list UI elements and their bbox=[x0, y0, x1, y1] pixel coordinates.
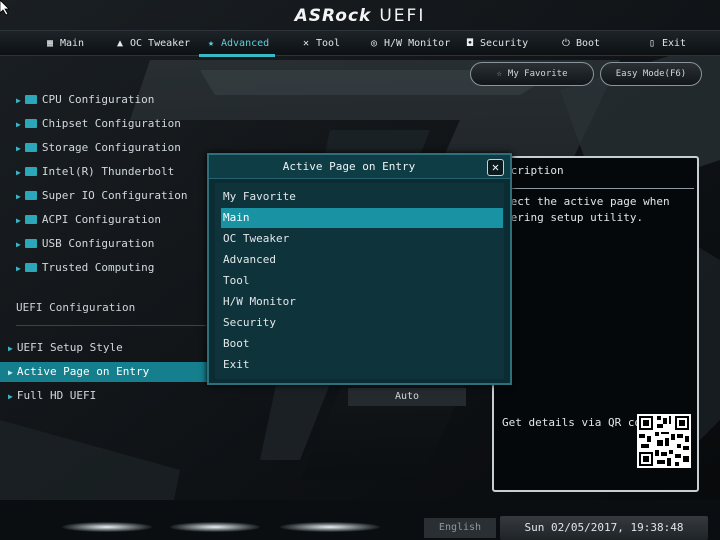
description-panel: scription lect the active page when teri… bbox=[492, 156, 699, 492]
monitor-gauge-icon: ◎ bbox=[370, 38, 378, 49]
tab-main[interactable]: ▦ Main bbox=[44, 31, 84, 56]
dialog-title: Active Page on Entry bbox=[282, 160, 416, 173]
arrow-right-icon: ▶ bbox=[16, 144, 21, 153]
close-icon[interactable]: ✕ bbox=[487, 159, 504, 176]
folder-icon bbox=[24, 215, 37, 224]
option-advanced[interactable]: Advanced bbox=[221, 250, 503, 270]
star-outline-icon: ☆ bbox=[496, 69, 502, 79]
tab-security[interactable]: ◘ Security bbox=[464, 31, 528, 56]
arrow-right-icon: ▶ bbox=[16, 264, 21, 273]
qr-label: Get details via QR code bbox=[502, 416, 655, 429]
datetime-display: Sun 02/05/2017, 19:38:48 bbox=[500, 516, 708, 540]
grid-icon: ▦ bbox=[46, 38, 54, 49]
arrow-right-icon: ▶ bbox=[16, 240, 21, 249]
arrow-right-icon: ▶ bbox=[8, 368, 13, 377]
tab-boot[interactable]: ⏻ Boot bbox=[560, 31, 600, 56]
section-divider bbox=[16, 325, 206, 326]
decorative-glow bbox=[62, 522, 152, 532]
option-tool[interactable]: Tool bbox=[221, 271, 503, 291]
menu-item-super-io-configuration[interactable]: ▶ Super IO Configuration bbox=[16, 186, 188, 206]
option-exit[interactable]: Exit bbox=[221, 355, 503, 375]
easy-mode-button[interactable]: Easy Mode(F6) bbox=[600, 62, 702, 86]
option-boot[interactable]: Boot bbox=[221, 334, 503, 354]
brand-logo: ASRock UEFI bbox=[0, 6, 720, 26]
folder-icon bbox=[24, 143, 37, 152]
menu-item-acpi-configuration[interactable]: ▶ ACPI Configuration bbox=[16, 210, 161, 230]
option-oc-tweaker[interactable]: OC Tweaker bbox=[221, 229, 503, 249]
menu-item-storage-configuration[interactable]: ▶ Storage Configuration bbox=[16, 138, 181, 158]
exit-door-icon: ▯ bbox=[648, 38, 656, 49]
folder-icon bbox=[24, 95, 37, 104]
language-button[interactable]: English bbox=[424, 518, 496, 538]
description-text: lect the active page when tering setup u… bbox=[504, 195, 670, 224]
option-security[interactable]: Security bbox=[221, 313, 503, 333]
dialog-header: Active Page on Entry ✕ bbox=[209, 155, 510, 179]
menu-item-chipset-configuration[interactable]: ▶ Chipset Configuration bbox=[16, 114, 181, 134]
folder-icon bbox=[24, 263, 37, 272]
option-my-favorite[interactable]: My Favorite bbox=[221, 187, 503, 207]
tab-oc-tweaker[interactable]: ▲ OC Tweaker bbox=[114, 31, 190, 56]
top-navigation: ▦ Main ▲ OC Tweaker ★ Advanced ✕ Tool ◎ H/W M… bbox=[0, 30, 720, 57]
dialog-options-list: My Favorite Main OC Tweaker Advanced Too… bbox=[215, 183, 504, 379]
description-title: scription bbox=[504, 164, 564, 177]
arrow-right-icon: ▶ bbox=[16, 96, 21, 105]
tab-advanced[interactable]: ★ Advanced bbox=[198, 31, 276, 57]
arrow-right-icon: ▶ bbox=[16, 168, 21, 177]
folder-icon bbox=[24, 119, 37, 128]
tools-icon: ✕ bbox=[302, 38, 310, 49]
full-hd-uefi-value[interactable]: Auto bbox=[348, 388, 466, 406]
arrow-right-icon: ▶ bbox=[16, 192, 21, 201]
my-favorite-button[interactable]: ☆ My Favorite bbox=[470, 62, 594, 86]
qr-code-icon bbox=[637, 414, 691, 468]
description-divider bbox=[504, 188, 694, 189]
tab-exit[interactable]: ▯ Exit bbox=[646, 31, 686, 56]
shield-icon: ◘ bbox=[466, 38, 474, 49]
arrow-right-icon: ▶ bbox=[16, 216, 21, 225]
decorative-glow bbox=[170, 522, 260, 532]
menu-item-cpu-configuration[interactable]: ▶ CPU Configuration bbox=[16, 90, 154, 110]
active-page-dialog: Active Page on Entry ✕ My Favorite Main … bbox=[207, 153, 512, 385]
setting-active-page-on-entry[interactable]: ▶ Active Page on Entry bbox=[8, 362, 149, 382]
arrow-right-icon: ▶ bbox=[8, 344, 13, 353]
menu-item-intel-thunderbolt[interactable]: ▶ Intel(R) Thunderbolt bbox=[16, 162, 174, 182]
setting-uefi-setup-style[interactable]: ▶ UEFI Setup Style bbox=[8, 338, 123, 358]
tab-tool[interactable]: ✕ Tool bbox=[300, 31, 340, 56]
brand-product: UEFI bbox=[379, 6, 426, 26]
setting-full-hd-uefi[interactable]: ▶ Full HD UEFI bbox=[8, 386, 96, 406]
menu-item-usb-configuration[interactable]: ▶ USB Configuration bbox=[16, 234, 154, 254]
arrow-right-icon: ▶ bbox=[8, 392, 13, 401]
mouse-cursor-icon bbox=[0, 0, 10, 16]
tab-hw-monitor[interactable]: ◎ H/W Monitor bbox=[368, 31, 450, 56]
option-hw-monitor[interactable]: H/W Monitor bbox=[221, 292, 503, 312]
star-icon: ★ bbox=[207, 38, 215, 49]
decorative-glow bbox=[280, 522, 380, 532]
menu-item-trusted-computing[interactable]: ▶ Trusted Computing bbox=[16, 258, 154, 278]
section-label-uefi-configuration: UEFI Configuration bbox=[16, 301, 136, 314]
brand-name: ASRock bbox=[294, 6, 372, 26]
folder-icon bbox=[24, 167, 37, 176]
rocket-icon: ▲ bbox=[116, 38, 124, 49]
arrow-right-icon: ▶ bbox=[16, 120, 21, 129]
status-bar: English Sun 02/05/2017, 19:38:48 bbox=[0, 510, 720, 540]
folder-icon bbox=[24, 239, 37, 248]
folder-icon bbox=[24, 191, 37, 200]
power-icon: ⏻ bbox=[562, 38, 570, 49]
option-main[interactable]: Main bbox=[221, 208, 503, 228]
